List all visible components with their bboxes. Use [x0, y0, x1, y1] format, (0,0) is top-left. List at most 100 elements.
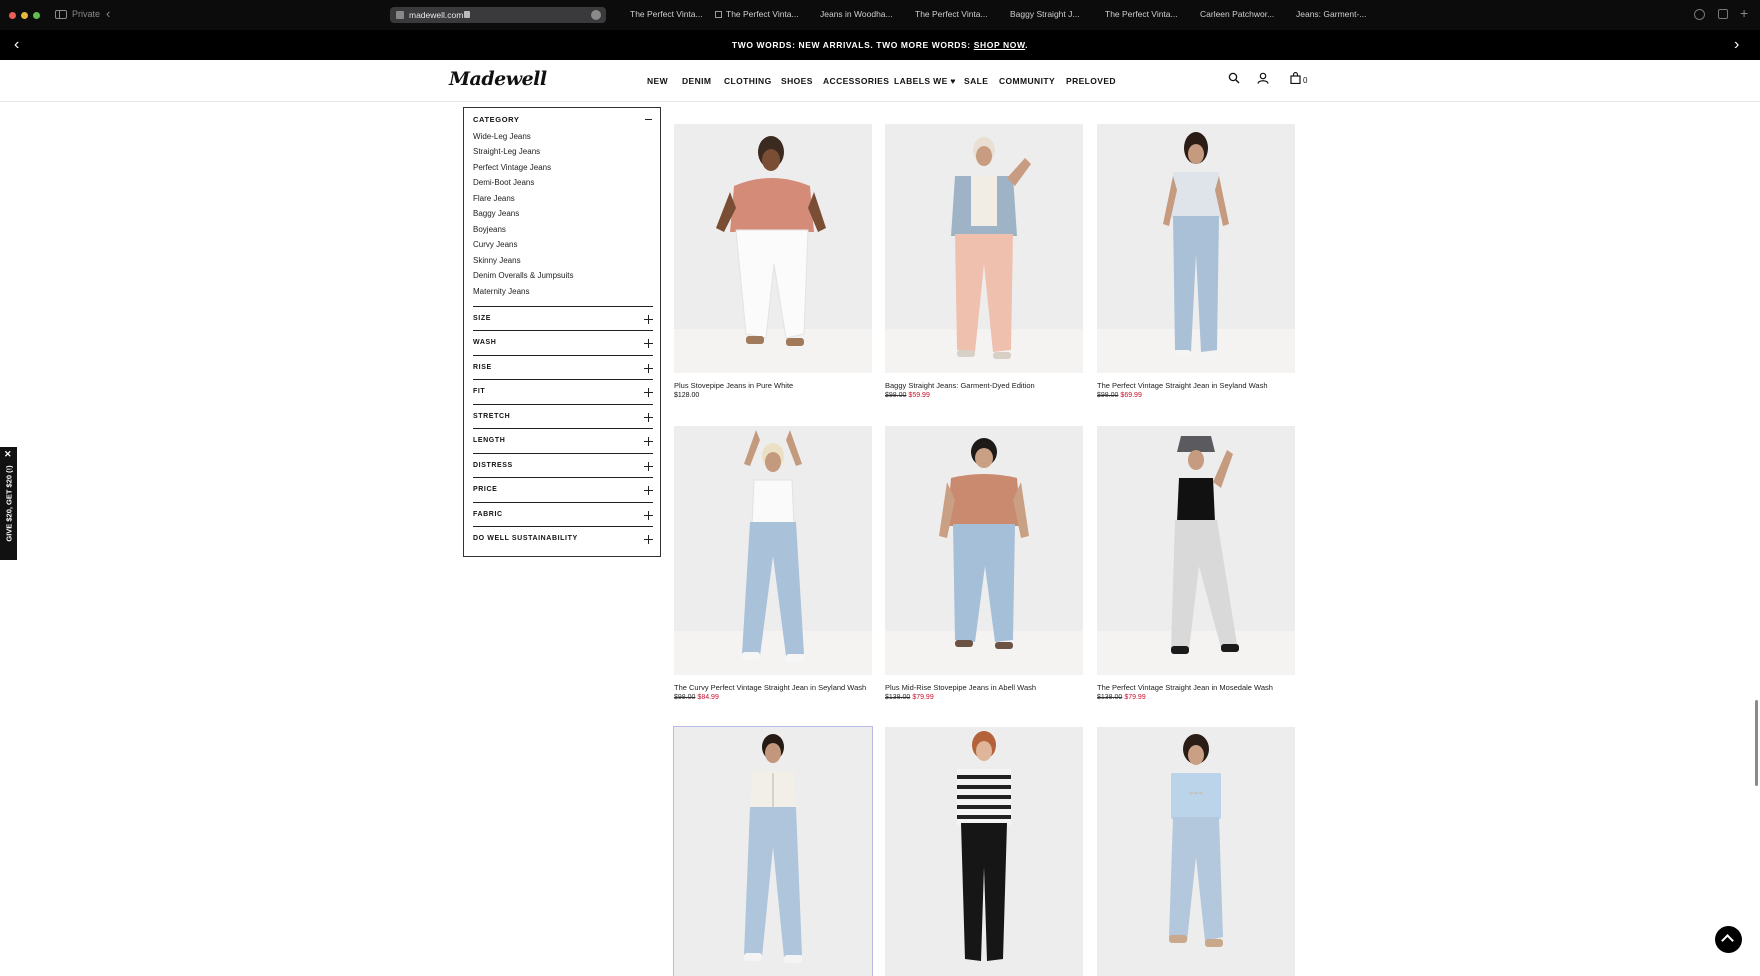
plus-icon [644, 535, 653, 544]
product-image[interactable] [674, 124, 872, 373]
downloads-icon[interactable] [1694, 9, 1705, 20]
browser-tab[interactable]: The Perfect Vinta... [715, 9, 799, 19]
model-photo [1171, 436, 1239, 654]
facet-length[interactable]: LENGTH [473, 428, 653, 452]
sale-price: $59.99 [908, 392, 930, 399]
arrow-up-icon [1721, 934, 1734, 947]
facet-label: SIZE [473, 315, 491, 322]
referral-promo-tab[interactable]: ✕ GIVE $20, GET $20 (!) [0, 447, 17, 560]
browser-tab[interactable]: The Perfect Vinta... [915, 9, 988, 19]
nav-item-accessories[interactable]: ACCESSORIES [823, 76, 889, 86]
product-name[interactable]: The Curvy Perfect Vintage Straight Jean … [674, 683, 866, 692]
product-image[interactable] [885, 124, 1083, 373]
back-arrow-icon[interactable]: ‹ [106, 6, 110, 21]
original-price: $98.00 [885, 392, 907, 399]
share-icon[interactable] [1718, 9, 1728, 19]
category-link[interactable]: Demi-Boot Jeans [473, 178, 534, 187]
category-link[interactable]: Boyjeans [473, 225, 506, 234]
category-link[interactable]: Perfect Vintage Jeans [473, 163, 551, 172]
close-window-button[interactable] [9, 12, 16, 19]
category-link[interactable]: Skinny Jeans [473, 256, 521, 265]
nav-item-community[interactable]: COMMUNITY [999, 76, 1055, 86]
url-text: madewell.com [409, 10, 464, 20]
product-image[interactable] [1097, 124, 1295, 373]
minimize-window-button[interactable] [21, 12, 28, 19]
product-image[interactable] [673, 726, 873, 976]
browser-tab[interactable]: Jeans in Woodha... [820, 9, 893, 19]
madewell-logo[interactable]: Madewell [449, 68, 547, 90]
original-price: $138.00 [1097, 694, 1123, 701]
product-image[interactable] [885, 727, 1083, 976]
facet-label: FABRIC [473, 511, 503, 518]
page-scrollbar[interactable] [1755, 700, 1758, 786]
filter-panel: CATEGORY Wide-Leg Jeans Straight-Leg Jea… [463, 107, 661, 557]
product-image[interactable] [674, 426, 872, 675]
facet-fabric[interactable]: FABRIC [473, 502, 653, 526]
facet-label: WASH [473, 339, 497, 346]
browser-tab[interactable]: Carleen Patchwor... [1200, 9, 1274, 19]
product-name[interactable]: Plus Stovepipe Jeans in Pure White [674, 381, 793, 390]
facet-size[interactable]: SIZE [473, 306, 653, 330]
facet-distress[interactable]: DISTRESS [473, 453, 653, 477]
facet-fit[interactable]: FIT [473, 379, 653, 403]
category-link[interactable]: Denim Overalls & Jumpsuits [473, 271, 573, 280]
product-name[interactable]: The Perfect Vintage Straight Jean in Sey… [1097, 381, 1268, 390]
product-image[interactable]: ~~~ [1097, 727, 1295, 976]
facet-rise[interactable]: RISE [473, 355, 653, 379]
nav-item-denim[interactable]: DENIM [682, 76, 711, 86]
browser-tab[interactable]: Jeans: Garment-... [1296, 9, 1366, 19]
category-heading[interactable]: CATEGORY [473, 115, 519, 124]
model-photo: ~~~ [1169, 734, 1223, 947]
minus-icon[interactable] [645, 119, 652, 120]
reader-icon[interactable] [591, 10, 601, 20]
facet-stretch[interactable]: STRETCH [473, 404, 653, 428]
facet-do-well-sustainability[interactable]: DO WELL SUSTAINABILITY [473, 526, 653, 550]
browser-tab[interactable]: The Perfect Vinta... [1105, 9, 1178, 19]
category-link[interactable]: Curvy Jeans [473, 240, 517, 249]
facet-label: DISTRESS [473, 462, 513, 469]
account-icon[interactable] [1257, 72, 1269, 84]
product-name[interactable]: Plus Mid-Rise Stovepipe Jeans in Abell W… [885, 683, 1036, 692]
model-photo [1163, 132, 1229, 359]
category-link[interactable]: Baggy Jeans [473, 209, 519, 218]
private-mode-label: Private [72, 9, 101, 19]
original-price: $98.00 [1097, 392, 1119, 399]
promo-suffix: . [1025, 40, 1029, 50]
model-photo [742, 430, 804, 662]
shopping-bag-icon[interactable] [1290, 72, 1301, 84]
sidebar-toggle-icon[interactable] [55, 10, 67, 19]
product-price: $128.00 [674, 392, 700, 399]
bag-count: 0 [1303, 76, 1308, 85]
browser-tab[interactable]: The Perfect Vinta... [630, 9, 703, 19]
model-photo [951, 137, 1031, 359]
promo-next-arrow-icon[interactable]: › [1734, 36, 1739, 54]
category-link[interactable]: Flare Jeans [473, 194, 515, 203]
nav-item-preloved[interactable]: PRELOVED [1066, 76, 1116, 86]
nav-item-clothing[interactable]: CLOTHING [724, 76, 772, 86]
nav-item-sale[interactable]: SALE [964, 76, 988, 86]
new-tab-icon[interactable]: + [1740, 5, 1748, 21]
facet-wash[interactable]: WASH [473, 330, 653, 354]
back-to-top-button[interactable] [1715, 926, 1742, 953]
product-image[interactable] [1097, 426, 1295, 675]
browser-tab[interactable]: Baggy Straight J... [1010, 9, 1079, 19]
facet-label: LENGTH [473, 437, 506, 444]
nav-item-shoes[interactable]: SHOES [781, 76, 813, 86]
product-image[interactable] [885, 426, 1083, 675]
facet-price[interactable]: PRICE [473, 477, 653, 501]
sale-price: $79.99 [1124, 694, 1146, 701]
search-icon[interactable] [1228, 72, 1240, 84]
category-link[interactable]: Wide-Leg Jeans [473, 132, 531, 141]
address-bar[interactable]: madewell.com [390, 7, 606, 23]
referral-promo-text: GIVE $20, GET $20 (!) [4, 465, 14, 542]
category-link[interactable]: Straight-Leg Jeans [473, 147, 540, 156]
plus-icon [644, 462, 653, 471]
product-name[interactable]: Baggy Straight Jeans: Garment-Dyed Editi… [885, 381, 1035, 390]
product-name[interactable]: The Perfect Vintage Straight Jean in Mos… [1097, 683, 1273, 692]
nav-item-labels-we-love[interactable]: LABELS WE ♥ [894, 76, 956, 86]
zoom-window-button[interactable] [33, 12, 40, 19]
category-link[interactable]: Maternity Jeans [473, 287, 529, 296]
facet-label: DO WELL SUSTAINABILITY [473, 535, 578, 542]
promo-shop-now-link[interactable]: SHOP NOW [974, 40, 1025, 50]
nav-item-new[interactable]: NEW [647, 76, 668, 86]
